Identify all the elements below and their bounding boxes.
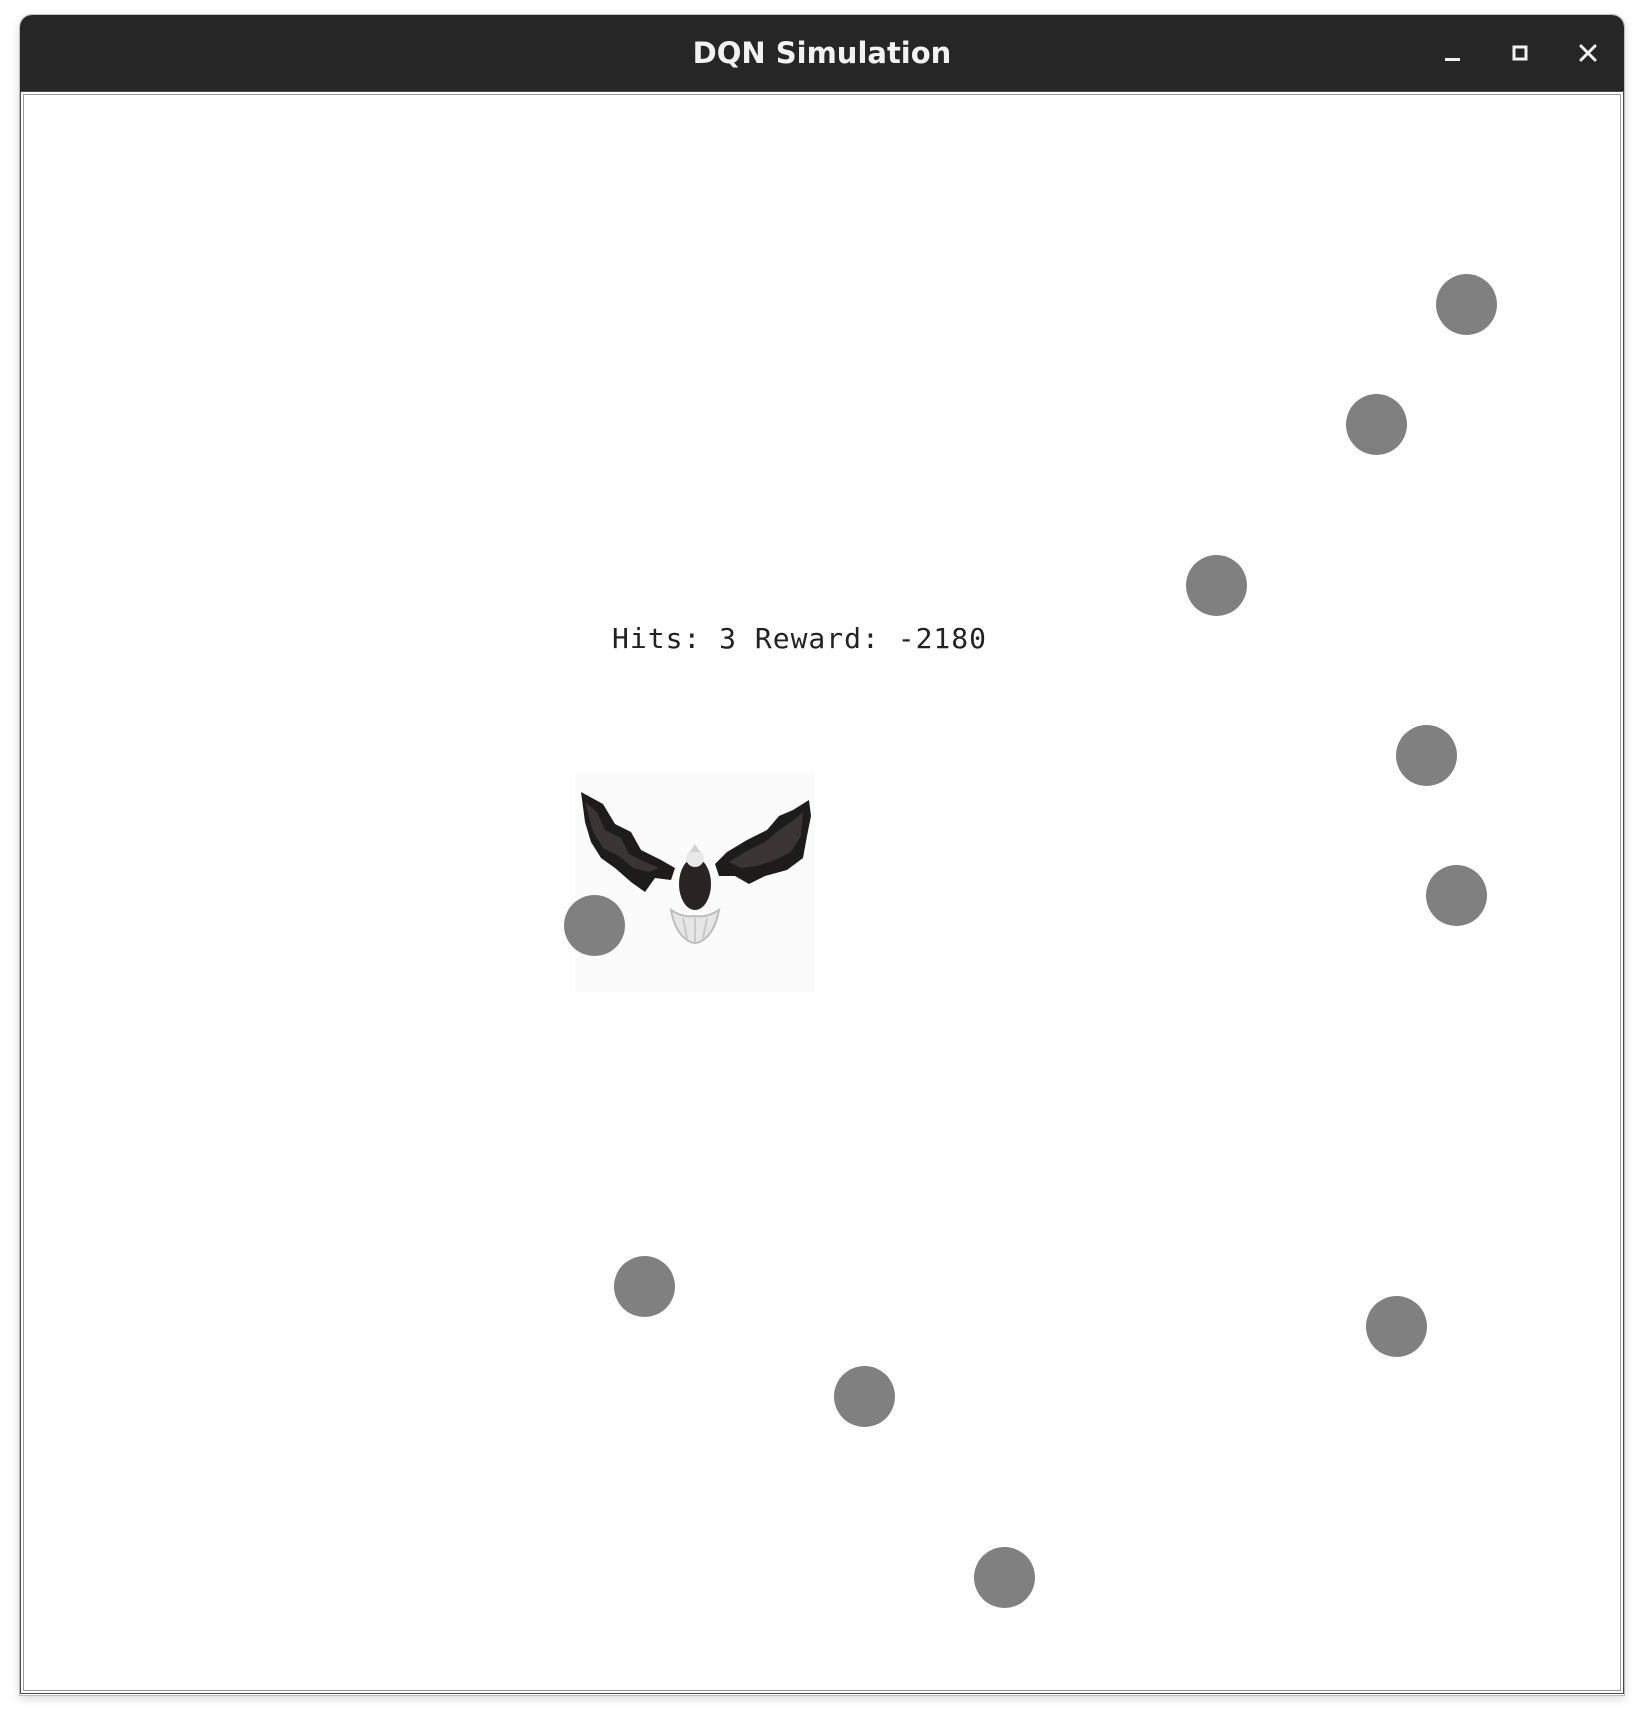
obstacle-ball [564, 895, 625, 956]
obstacle-ball [974, 1547, 1035, 1608]
window-title: DQN Simulation [692, 36, 952, 70]
eagle-agent [575, 772, 815, 992]
obstacle-ball [834, 1366, 895, 1427]
close-icon [1579, 44, 1597, 62]
obstacle-ball [1346, 394, 1407, 455]
app-window: DQN Simulation Hits: 3 Reward: -2180 [20, 15, 1624, 1695]
obstacle-ball [614, 1256, 675, 1317]
obstacle-ball [1396, 725, 1457, 786]
close-button[interactable] [1569, 34, 1607, 72]
title-bar[interactable]: DQN Simulation [20, 15, 1624, 91]
obstacle-ball [1436, 274, 1497, 335]
maximize-button[interactable] [1501, 34, 1539, 72]
obstacle-ball [1426, 865, 1487, 926]
obstacle-ball [1186, 555, 1247, 616]
minimize-icon [1445, 58, 1460, 61]
obstacle-ball [1366, 1296, 1427, 1357]
minimize-button[interactable] [1433, 34, 1471, 72]
maximize-icon [1512, 45, 1528, 61]
simulation-canvas[interactable]: Hits: 3 Reward: -2180 [20, 91, 1624, 1694]
eagle-icon [575, 772, 815, 992]
hud-status: Hits: 3 Reward: -2180 [612, 622, 988, 655]
